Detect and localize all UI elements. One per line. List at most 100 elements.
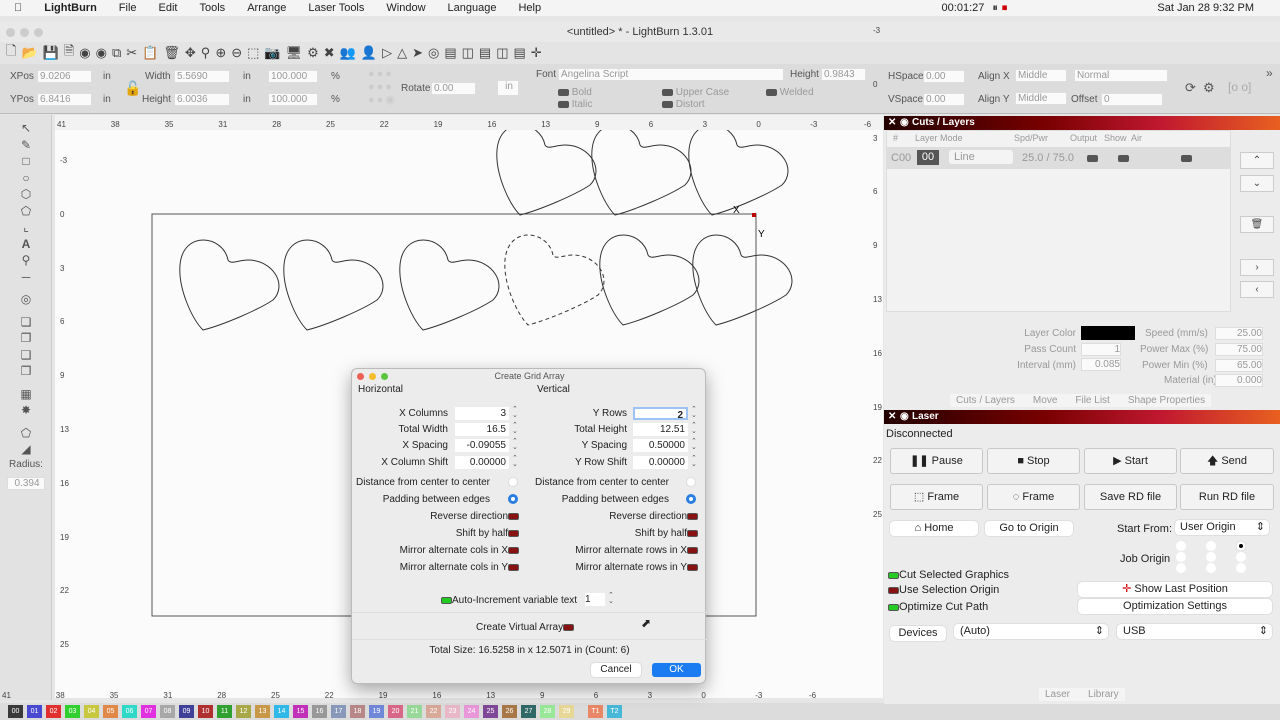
palette-swatch-17[interactable]: 17 [331, 705, 346, 718]
palette-swatch-14[interactable]: 14 [274, 705, 289, 718]
ungroup-icon[interactable]: 👤 [361, 45, 377, 61]
zoom-in-icon[interactable]: ⊕ [215, 45, 226, 61]
palette-swatch-26[interactable]: 26 [502, 705, 517, 718]
optimize-cut-path-toggle[interactable]: Optimize Cut Path [888, 601, 988, 613]
text-mode-select[interactable]: Normal [1074, 69, 1168, 82]
heart-shape[interactable] [496, 124, 597, 216]
height-input[interactable]: 6.0036 [174, 93, 230, 106]
heart-shape[interactable] [504, 234, 605, 326]
close-icon[interactable]: ✕ [888, 410, 896, 424]
grid-array-icon[interactable]: ▦ [0, 387, 52, 404]
job-origin-grid[interactable] [1176, 541, 1256, 581]
tab-laser[interactable]: Laser [1045, 689, 1070, 700]
show-last-position-button[interactable]: ✛ Show Last Position [1078, 582, 1272, 597]
menu-edit[interactable]: Edit [159, 2, 178, 14]
bold-toggle[interactable]: Bold [558, 87, 592, 98]
auto-increment-stepper[interactable]: ⌃ ⌄ [608, 592, 614, 605]
auto-increment-input[interactable]: 1 [585, 593, 605, 606]
open-folder-icon[interactable]: 📂 [21, 45, 37, 61]
zoom-window-button[interactable] [34, 28, 43, 37]
palette-swatch-05[interactable]: 05 [103, 705, 118, 718]
menu-app[interactable]: LightBurn [44, 2, 97, 14]
lock-icon[interactable]: 🔓 [124, 80, 141, 97]
upper-case-toggle[interactable]: Upper Case [662, 87, 729, 98]
job-origin-radio[interactable] [1176, 541, 1186, 551]
menu-window[interactable]: Window [386, 2, 425, 14]
palette-swatch-01[interactable]: 01 [27, 705, 42, 718]
v-option-toggle[interactable]: Reverse direction [609, 511, 698, 522]
palette-swatch-15[interactable]: 15 [293, 705, 308, 718]
cut-icon[interactable]: ✂ [126, 45, 137, 61]
weld-icon[interactable]: ❏ [0, 315, 52, 332]
menu-arrange[interactable]: Arrange [247, 2, 286, 14]
h-center-radio[interactable] [508, 477, 518, 487]
move-icon[interactable]: ✥ [185, 45, 196, 61]
camera-icon[interactable]: 📷 [264, 45, 280, 61]
v-field-stepper[interactable]: ⌃ ⌄ [691, 422, 697, 435]
use-selection-origin-toggle[interactable]: Use Selection Origin [888, 584, 999, 596]
palette-swatch-25[interactable]: 25 [483, 705, 498, 718]
v-field-stepper[interactable]: ⌃ ⌄ [691, 406, 697, 419]
expand-left-button[interactable]: ‹ [1240, 281, 1274, 298]
tab-shape-properties[interactable]: Shape Properties [1128, 395, 1205, 406]
palette-swatch-20[interactable]: 20 [388, 705, 403, 718]
ok-button[interactable]: OK [652, 663, 701, 677]
palette-swatch-06[interactable]: 06 [122, 705, 137, 718]
pass-count-input[interactable]: 1 [1081, 343, 1121, 356]
center-icon[interactable]: ◎ [428, 45, 439, 61]
move-layer-down-button[interactable]: ⌄ [1240, 175, 1274, 192]
apple-icon[interactable]:  [14, 2, 22, 14]
devices-button[interactable]: Devices [890, 626, 946, 641]
delete-layer-button[interactable]: 🗑 [1240, 216, 1274, 233]
scale-height-input[interactable]: 100.000 [268, 93, 318, 106]
palette-swatch-11[interactable]: 11 [217, 705, 232, 718]
frame-rect-button[interactable]: ⬚ Frame [890, 484, 983, 510]
radius-input[interactable]: 0.394 [7, 477, 45, 490]
show-toggle[interactable] [1118, 155, 1129, 162]
align-icon[interactable]: ▤ [444, 45, 456, 61]
heart-shape[interactable] [692, 234, 793, 326]
create-virtual-array-toggle[interactable]: Create Virtual Array [476, 622, 575, 633]
device-select[interactable]: (Auto) ⇕ [954, 624, 1108, 639]
job-origin-radio[interactable] [1176, 552, 1186, 562]
stop-record-icon[interactable]: ⏹ [1002, 2, 1008, 15]
layer-color-swatch[interactable]: 00 [917, 150, 939, 165]
boolean-union-icon[interactable]: ❐ [0, 331, 52, 348]
h-field-input[interactable]: -0.09055 [455, 439, 509, 452]
copy-icon[interactable]: ⧉ [112, 45, 121, 61]
zoom-icon[interactable]: ⚲ [201, 45, 211, 61]
h-field-input[interactable]: 3 [455, 407, 509, 420]
palette-swatch-28[interactable]: 28 [540, 705, 555, 718]
cancel-button[interactable]: Cancel [591, 663, 641, 677]
save-icon[interactable]: 💾 [43, 45, 59, 61]
palette-swatch-T2[interactable]: T2 [607, 705, 622, 718]
v-center-radio[interactable] [686, 477, 696, 487]
v-field-stepper[interactable]: ⌃ ⌄ [691, 455, 697, 468]
h-option-toggle[interactable]: Mirror alternate cols in X [400, 545, 519, 556]
h-field-input[interactable]: 16.5 [455, 423, 509, 436]
heart-shape[interactable] [591, 124, 692, 216]
flip-h-icon[interactable]: ▷ [382, 45, 392, 61]
job-origin-radio[interactable] [1236, 541, 1246, 551]
heart-shape[interactable] [399, 239, 500, 331]
palette-swatch-19[interactable]: 19 [369, 705, 384, 718]
corner-tool-icon[interactable]: ◢ [0, 442, 52, 459]
circular-array-icon[interactable]: ✸ [0, 403, 52, 420]
hspace-input[interactable]: 0.00 [923, 70, 965, 83]
run-rd-button[interactable]: Run RD file [1180, 484, 1274, 510]
palette-swatch-09[interactable]: 09 [179, 705, 194, 718]
mirror-line-icon[interactable]: ➤ [412, 45, 423, 61]
palette-swatch-13[interactable]: 13 [255, 705, 270, 718]
align-x-select[interactable]: Middle [1015, 69, 1067, 82]
heart-shape[interactable] [599, 234, 700, 326]
mirror-icon[interactable]: △ [397, 45, 407, 61]
font-height-input[interactable]: 0.9843 [821, 68, 866, 81]
select-tool-icon[interactable]: ↖ [0, 121, 52, 138]
h-field-stepper[interactable]: ⌃ ⌄ [512, 406, 518, 419]
settings-icon[interactable]: ⚙ [307, 45, 319, 61]
h-option-toggle[interactable]: Mirror alternate cols in Y [400, 562, 519, 573]
ypos-input[interactable]: 6.8416 [37, 93, 92, 106]
refresh-icon[interactable]: ⟳ [1185, 80, 1196, 96]
job-origin-radio[interactable] [1176, 563, 1186, 573]
distort-toggle[interactable]: Distort [662, 99, 705, 110]
